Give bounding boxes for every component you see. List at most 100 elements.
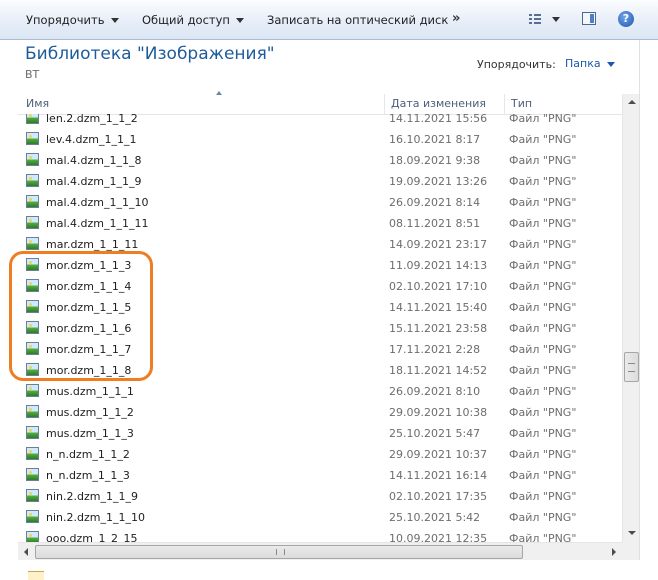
file-date: 26.09.2021 8:10: [389, 385, 481, 398]
file-name: mor.dzm_1_1_4: [46, 280, 132, 293]
file-type: Файл "PNG": [509, 301, 577, 314]
png-image-icon: [26, 216, 39, 229]
file-row[interactable]: mus.dzm_1_1_1 26.09.2021 8:10 Файл "PNG": [18, 381, 622, 402]
file-row[interactable]: mar.dzm_1_1_11 14.09.2021 23:17 Файл "PNG": [18, 234, 622, 255]
scroll-up-button[interactable]: [623, 94, 640, 111]
file-type: Файл "PNG": [509, 322, 577, 335]
sort-ascending-icon: [216, 91, 222, 95]
file-row[interactable]: mus.dzm_1_1_3 25.10.2021 5:47 Файл "PNG": [18, 423, 622, 444]
arrange-by-value: Папка: [565, 57, 601, 70]
file-type: Файл "PNG": [509, 427, 577, 440]
horizontal-scroll-thumb[interactable]: [35, 545, 523, 559]
scroll-left-button[interactable]: [18, 543, 35, 560]
file-type: Файл "PNG": [509, 406, 577, 419]
chevron-down-icon: [235, 18, 244, 23]
file-name: mal.4.dzm_1_1_11: [46, 217, 149, 230]
chevron-down-icon: [110, 18, 119, 23]
column-divider[interactable]: [504, 94, 505, 114]
share-label: Общий доступ: [142, 13, 230, 27]
file-date: 14.11.2021 15:56: [389, 114, 488, 125]
file-type: Файл "PNG": [509, 114, 577, 125]
file-type: Файл "PNG": [509, 175, 577, 188]
file-row[interactable]: len.2.dzm_1_1_2 14.11.2021 15:56 Файл "PNG…: [18, 114, 622, 129]
horizontal-scrollbar[interactable]: [18, 542, 622, 561]
column-type-header[interactable]: Тип: [511, 97, 532, 110]
view-list-icon[interactable]: [529, 14, 541, 24]
file-name: mus.dzm_1_1_1: [46, 385, 134, 398]
file-row[interactable]: mor.dzm_1_1_8 18.11.2021 14:52 Файл "PNG": [18, 360, 622, 381]
file-date: 19.09.2021 13:26: [389, 175, 488, 188]
png-image-icon: [26, 321, 39, 334]
file-row[interactable]: mor.dzm_1_1_3 11.09.2021 14:13 Файл "PNG": [18, 255, 622, 276]
file-type: Файл "PNG": [509, 196, 577, 209]
file-name: nin.2.dzm_1_1_10: [46, 511, 145, 524]
file-row[interactable]: mor.dzm_1_1_7 17.11.2021 2:28 Файл "PNG": [18, 339, 622, 360]
arrow-right-icon: [612, 548, 616, 556]
column-date-header[interactable]: Дата изменения: [391, 97, 486, 110]
png-image-icon: [26, 195, 39, 208]
more-commands-icon[interactable]: »: [452, 11, 460, 26]
file-row[interactable]: mor.dzm_1_1_5 14.11.2021 15:40 Файл "PNG": [18, 297, 622, 318]
details-pane-strip: [0, 560, 658, 579]
file-row[interactable]: mus.dzm_1_1_2 29.09.2021 10:38 Файл "PNG": [18, 402, 622, 423]
column-divider[interactable]: [384, 94, 385, 114]
file-date: 29.09.2021 10:37: [389, 448, 488, 461]
arrow-up-icon: [628, 100, 636, 104]
file-row[interactable]: mal.4.dzm_1_1_8 18.09.2021 9:38 Файл "PNG": [18, 150, 622, 171]
file-date: 18.09.2021 9:38: [389, 154, 481, 167]
file-row[interactable]: n_n.dzm_1_1_3 14.11.2021 16:14 Файл "PNG": [18, 465, 622, 486]
png-image-icon: [26, 258, 39, 271]
png-image-icon: [26, 405, 39, 418]
file-type: Файл "PNG": [509, 280, 577, 293]
file-name: mor.dzm_1_1_6: [46, 322, 132, 335]
file-name: mor.dzm_1_1_3: [46, 259, 132, 272]
png-image-icon: [26, 153, 39, 166]
preview-pane-icon[interactable]: [582, 12, 596, 25]
file-row[interactable]: mal.4.dzm_1_1_11 08.11.2021 8:51 Файл "PNG…: [18, 213, 622, 234]
file-type: Файл "PNG": [509, 133, 577, 146]
file-date: 14.09.2021 23:17: [389, 238, 488, 251]
views-chevron-down-icon[interactable]: [552, 17, 560, 22]
file-name: mal.4.dzm_1_1_10: [46, 196, 149, 209]
share-button[interactable]: Общий доступ: [142, 12, 244, 28]
help-icon[interactable]: ?: [618, 11, 634, 27]
png-image-icon: [26, 237, 39, 250]
file-type: Файл "PNG": [509, 364, 577, 377]
vertical-scroll-thumb[interactable]: [624, 352, 639, 382]
file-name: mal.4.dzm_1_1_8: [46, 154, 142, 167]
file-row[interactable]: mor.dzm_1_1_4 02.10.2021 17:10 Файл "PNG": [18, 276, 622, 297]
organize-button[interactable]: Упорядочить: [26, 12, 119, 28]
png-image-icon: [26, 531, 39, 542]
vertical-scrollbar[interactable]: [622, 94, 640, 542]
file-row[interactable]: mor.dzm_1_1_6 15.11.2021 23:58 Файл "PNG": [18, 318, 622, 339]
file-row[interactable]: nin.2.dzm_1_1_10 25.10.2021 5:42 Файл "PNG…: [18, 507, 622, 528]
scroll-down-button[interactable]: [623, 525, 640, 542]
file-type: Файл "PNG": [509, 154, 577, 167]
file-date: 10.09.2021 12:35: [389, 532, 488, 542]
file-name: mor.dzm_1_1_7: [46, 343, 132, 356]
library-title: Библиотека "Изображения": [25, 44, 275, 64]
file-type: Файл "PNG": [509, 532, 577, 542]
file-date: 02.10.2021 17:10: [389, 280, 488, 293]
png-image-icon: [26, 363, 39, 376]
file-name: mar.dzm_1_1_11: [46, 238, 139, 251]
file-row[interactable]: mal.4.dzm_1_1_10 26.09.2021 8:14 Файл "PNG…: [18, 192, 622, 213]
file-row[interactable]: ooo.dzm_1_2_15 10.09.2021 12:35 Файл "PNG": [18, 528, 622, 542]
arrow-left-icon: [24, 548, 28, 556]
file-type: Файл "PNG": [509, 259, 577, 272]
burn-button[interactable]: Записать на оптический диск: [267, 12, 448, 28]
organize-label: Упорядочить: [26, 13, 105, 27]
file-type: Файл "PNG": [509, 217, 577, 230]
png-image-icon: [26, 384, 39, 397]
file-row[interactable]: n_n.dzm_1_1_2 29.09.2021 10:37 Файл "PNG": [18, 444, 622, 465]
file-row[interactable]: nin.2.dzm_1_1_9 02.10.2021 17:35 Файл "PNG…: [18, 486, 622, 507]
file-name: n_n.dzm_1_1_3: [46, 469, 130, 482]
file-row[interactable]: mal.4.dzm_1_1_9 19.09.2021 13:26 Файл "PNG…: [18, 171, 622, 192]
column-name-header[interactable]: Имя: [26, 97, 49, 110]
file-type: Файл "PNG": [509, 490, 577, 503]
scroll-right-button[interactable]: [605, 543, 622, 560]
arrange-by-dropdown[interactable]: Папка: [565, 57, 615, 70]
png-image-icon: [26, 447, 39, 460]
file-row[interactable]: lev.4.dzm_1_1_1 16.10.2021 8:17 Файл "PNG": [18, 129, 622, 150]
file-date: 25.10.2021 5:42: [389, 511, 481, 524]
